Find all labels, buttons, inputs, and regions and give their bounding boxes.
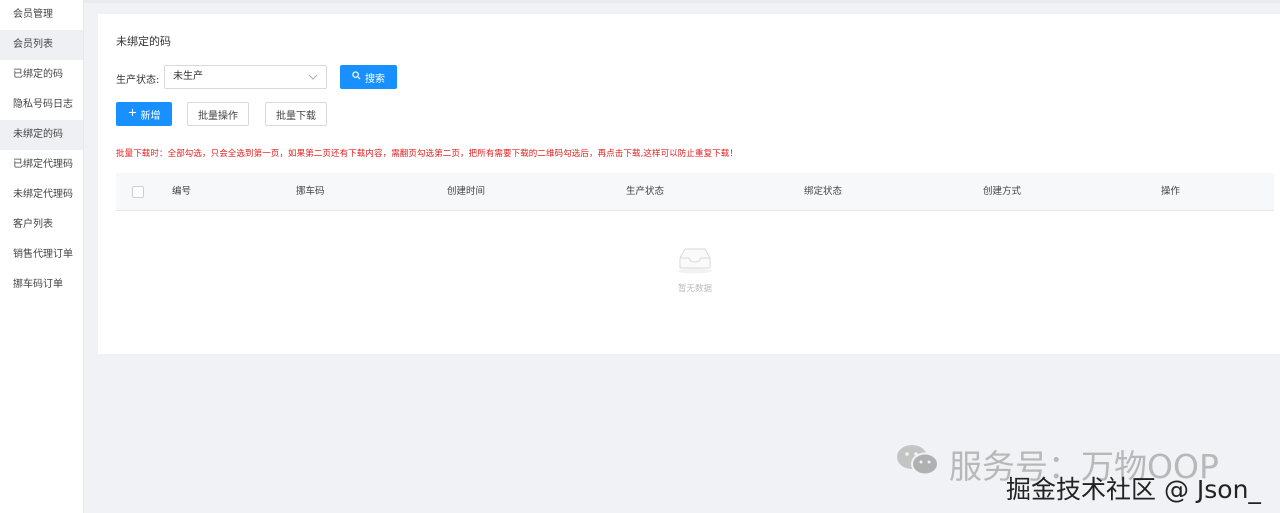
sidebar-item-sales-agent-orders[interactable]: 销售代理订单 [0,240,83,270]
sidebar-item-privacy-number-log[interactable]: 隐私号码日志 [0,90,83,120]
batch-operation-label: 批量操作 [198,110,238,122]
plus-icon [128,108,137,120]
production-status-select[interactable]: 未生产 [164,65,327,89]
add-button-label: 新增 [140,110,161,122]
table-empty-state: 暂无数据 [658,246,732,294]
column-header-binding-status: 绑定状态 [804,186,843,197]
page-title: 未绑定的码 [116,35,171,48]
column-header-id: 编号 [172,186,192,197]
add-button[interactable]: 新增 [116,102,172,126]
sidebar-item-unbound-agent-codes[interactable]: 未绑定代理码 [0,180,83,210]
column-header-created-time: 创建时间 [447,186,486,197]
search-button-label: 搜索 [365,73,385,85]
batch-download-button[interactable]: 批量下载 [265,102,327,126]
table-header: 编号 挪车码 创建时间 生产状态 绑定状态 创建方式 操作 [116,173,1274,211]
sidebar: 会员管理 会员列表 已绑定的码 隐私号码日志 未绑定的码 已绑定代理码 未绑定代… [0,0,84,513]
empty-text: 暂无数据 [677,284,712,294]
top-divider [84,0,1280,3]
batch-download-label: 批量下载 [276,110,316,122]
sidebar-item-bound-codes[interactable]: 已绑定的码 [0,60,83,90]
sidebar-item-unbound-codes[interactable]: 未绑定的码 [0,120,83,150]
main-panel: 未绑定的码 生产状态: 未生产 搜索 新增 批量操作 批量下载 批量下载时：全部… [98,14,1280,354]
sidebar-item-member-list[interactable]: 会员列表 [0,30,83,60]
column-header-production-status: 生产状态 [626,186,665,197]
search-icon [352,71,361,83]
column-header-move-car-code: 挪车码 [296,186,325,197]
sidebar-item-move-car-code-orders[interactable]: 挪车码订单 [0,270,83,300]
column-header-creation-method: 创建方式 [983,186,1022,197]
sidebar-item-member-management[interactable]: 会员管理 [0,0,83,30]
production-status-value: 未生产 [173,71,203,82]
production-status-label: 生产状态: [116,75,160,86]
chevron-down-icon [308,66,318,97]
wechat-icon [895,442,941,486]
sidebar-item-customer-list[interactable]: 客户列表 [0,210,83,240]
sidebar-item-bound-agent-codes[interactable]: 已绑定代理码 [0,150,83,180]
search-button[interactable]: 搜索 [340,65,397,89]
select-all-checkbox[interactable] [132,186,144,198]
column-header-actions: 操作 [1161,186,1181,197]
batch-operation-button[interactable]: 批量操作 [187,102,249,126]
empty-inbox-icon [676,248,714,278]
watermark-community: 掘金技术社区 @ Json_ [1006,475,1261,504]
batch-download-warning: 批量下载时：全部勾选，只会全选到第一页，如果第二页还有下载内容，需翻页勾选第二页… [116,149,739,159]
